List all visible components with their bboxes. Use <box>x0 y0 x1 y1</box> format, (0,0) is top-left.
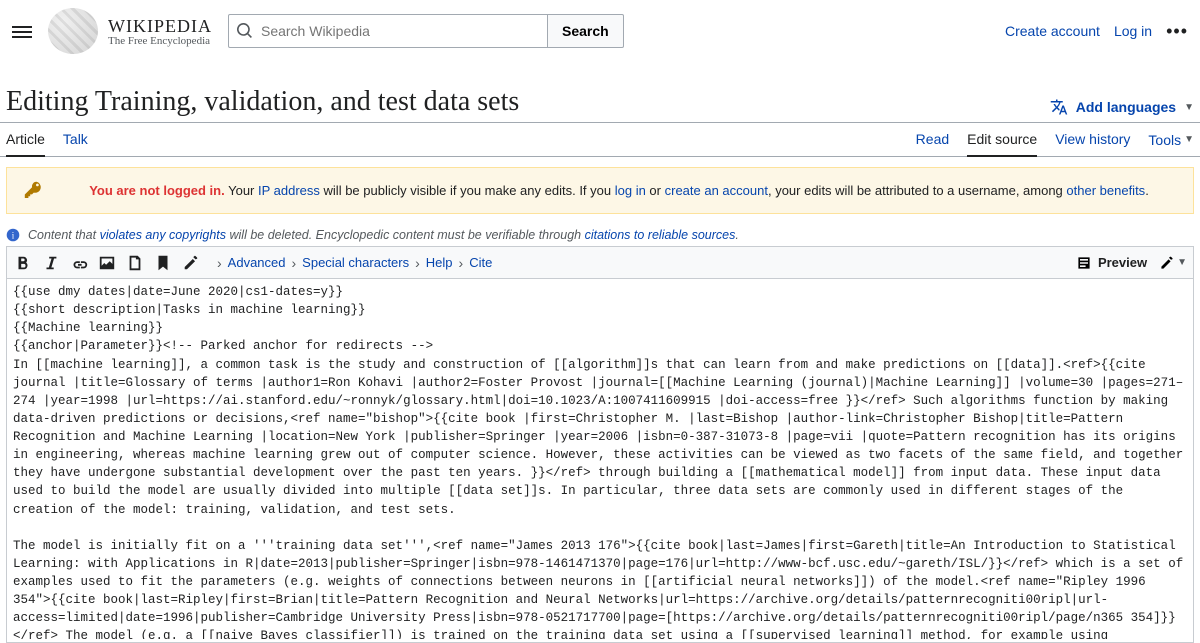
preview-button[interactable]: Preview <box>1076 255 1147 271</box>
tab-article[interactable]: Article <box>6 123 45 157</box>
other-benefits-link[interactable]: other benefits <box>1066 183 1145 198</box>
article-icon <box>1076 255 1092 271</box>
link-button[interactable] <box>69 253 89 273</box>
toolbar-cite[interactable]: Cite <box>459 255 493 271</box>
bold-button[interactable] <box>13 253 33 273</box>
edit-mode-dropdown[interactable]: ▼ <box>1159 255 1187 271</box>
search-input[interactable] <box>261 23 539 39</box>
ip-address-link[interactable]: IP address <box>258 183 320 198</box>
create-account-inline-link[interactable]: create an account <box>665 183 768 198</box>
bookmark-button[interactable] <box>153 253 173 273</box>
main-menu-button[interactable] <box>12 23 32 39</box>
brand-sub: The Free Encyclopedia <box>108 35 212 47</box>
chevron-down-icon: ▼ <box>1177 257 1187 268</box>
key-icon <box>23 180 41 201</box>
search-box[interactable] <box>228 14 548 48</box>
brand-main: WIKIPEDIA <box>108 16 212 37</box>
search-button[interactable]: Search <box>548 14 624 48</box>
search-wrap: Search <box>228 14 624 48</box>
log-in-link[interactable]: Log in <box>1114 23 1152 39</box>
toolbar-advanced[interactable]: Advanced <box>217 255 286 271</box>
tab-edit-source[interactable]: Edit source <box>967 123 1037 157</box>
toolbar-help[interactable]: Help <box>415 255 452 271</box>
site-logo[interactable]: WIKIPEDIA The Free Encyclopedia <box>48 8 212 54</box>
copyright-violation-link[interactable]: violates any copyrights <box>100 228 226 242</box>
pencil-icon <box>1159 255 1175 271</box>
info-icon: i <box>6 228 20 242</box>
wikipedia-globe-icon <box>48 8 98 54</box>
site-logo-text: WIKIPEDIA The Free Encyclopedia <box>108 16 212 47</box>
image-button[interactable] <box>97 253 117 273</box>
italic-button[interactable] <box>41 253 61 273</box>
chevron-down-icon: ▼ <box>1184 134 1194 145</box>
tab-tools[interactable]: Tools▼ <box>1148 123 1194 156</box>
header-bar: WIKIPEDIA The Free Encyclopedia Search C… <box>0 0 1200 62</box>
editor-container: Advanced Special characters Help Cite Pr… <box>6 246 1194 643</box>
pencil-button[interactable] <box>181 253 201 273</box>
login-link[interactable]: log in <box>615 183 646 198</box>
translate-icon <box>1050 98 1068 116</box>
toolbar-special[interactable]: Special characters <box>292 255 410 271</box>
anon-edit-warning: You are not logged in. Your IP address w… <box>6 167 1194 214</box>
tab-talk[interactable]: Talk <box>63 123 88 156</box>
search-icon <box>237 23 253 39</box>
more-menu-icon[interactable]: ••• <box>1166 21 1188 42</box>
create-account-link[interactable]: Create account <box>1005 23 1100 39</box>
page-title: Editing Training, validation, and test d… <box>6 86 519 122</box>
not-logged-bold: You are not logged in. <box>89 183 225 198</box>
reference-button[interactable] <box>125 253 145 273</box>
tab-view-history[interactable]: View history <box>1055 123 1130 156</box>
copyright-notice: i Content that violates any copyrights w… <box>6 228 1194 242</box>
tab-read[interactable]: Read <box>916 123 949 156</box>
editor-toolbar: Advanced Special characters Help Cite Pr… <box>7 247 1193 279</box>
wikitext-editor[interactable] <box>7 279 1193 639</box>
citations-link[interactable]: citations to reliable sources <box>585 228 736 242</box>
chevron-down-icon: ▼ <box>1184 102 1194 113</box>
add-languages-link[interactable]: Add languages <box>1076 99 1176 115</box>
